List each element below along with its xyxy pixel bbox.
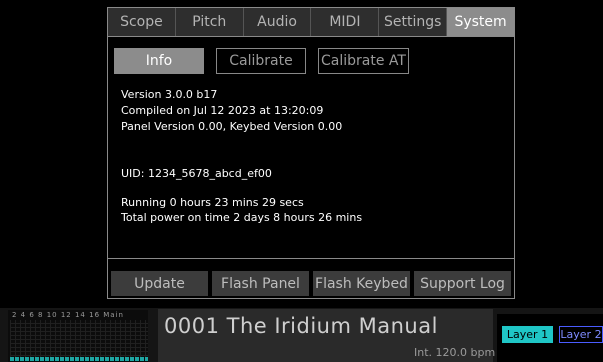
update-button[interactable]: Update (111, 271, 208, 296)
action-button-row: Update Flash Panel Flash Keybed Support … (111, 271, 511, 296)
voice-meter-labels: 2 4 6 8 10 12 14 16 Main (12, 311, 124, 319)
flash-keybed-button[interactable]: Flash Keybed (313, 271, 410, 296)
layer-2-button[interactable]: Layer 2 (559, 326, 603, 343)
flash-panel-button[interactable]: Flash Panel (212, 271, 309, 296)
layer-1-button[interactable]: Layer 1 (502, 326, 553, 343)
tab-scope[interactable]: Scope (108, 8, 176, 36)
divider (108, 258, 514, 259)
total-power-time-text: Total power on time 2 days 8 hours 26 mi… (121, 211, 363, 224)
panel-version-text: Panel Version 0.00, Keybed Version 0.00 (121, 120, 343, 133)
voice-meter-grid (10, 320, 148, 360)
tab-audio[interactable]: Audio (244, 8, 312, 36)
compiled-text: Compiled on Jul 12 2023 at 13:20:09 (121, 104, 324, 117)
voice-meter-level-strip (10, 357, 148, 361)
tab-system[interactable]: System (447, 8, 514, 36)
tempo-readout: Int. 120.0 bpm (414, 346, 496, 359)
tab-midi[interactable]: MIDI (311, 8, 380, 36)
system-panel: Scope Pitch Audio MIDI Settings System I… (107, 7, 515, 299)
uid-text: UID: 1234_5678_abcd_ef00 (121, 167, 272, 180)
tab-settings[interactable]: Settings (379, 8, 448, 36)
preset-name[interactable]: 0001 The Iridium Manual (164, 314, 438, 338)
info-subtab-button[interactable]: Info (114, 48, 204, 74)
calibrate-subtab-button[interactable]: Calibrate (216, 48, 306, 74)
main-tab-bar: Scope Pitch Audio MIDI Settings System (108, 8, 514, 37)
running-time-text: Running 0 hours 23 mins 29 secs (121, 196, 304, 209)
calibrate-at-subtab-button[interactable]: Calibrate AT (318, 48, 409, 74)
support-log-button[interactable]: Support Log (414, 271, 511, 296)
tab-pitch[interactable]: Pitch (176, 8, 244, 36)
version-text: Version 3.0.0 b17 (121, 88, 218, 101)
